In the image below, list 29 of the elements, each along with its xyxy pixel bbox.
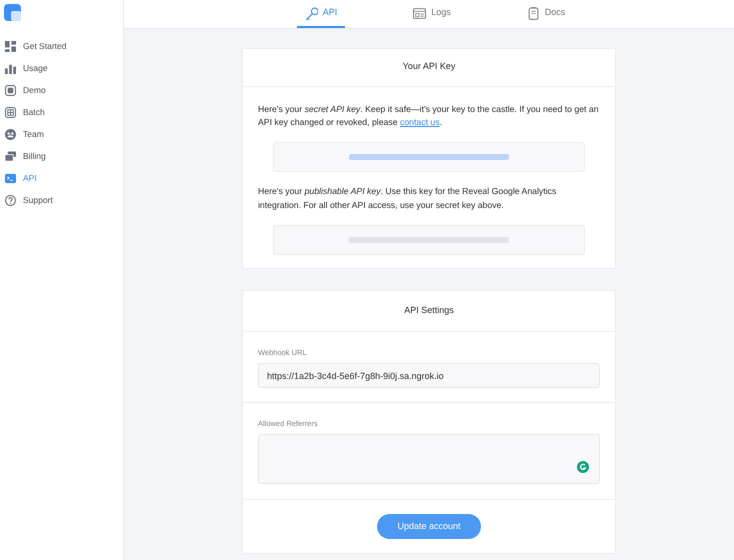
key-icon — [304, 6, 318, 20]
bar-chart-icon — [5, 62, 16, 74]
log-window-icon — [413, 6, 426, 20]
grammar-icon[interactable] — [577, 461, 589, 474]
paragraph: Here's your publishable API key. Use this key for the Reveal Google Analytics integration. For all other API access, use your secret key above. — [258, 185, 558, 212]
document-icon — [526, 6, 540, 20]
people-icon — [5, 128, 16, 140]
card-title: Your API Key — [243, 49, 615, 86]
sidebar-item[interactable]: Get Started — [0, 35, 123, 57]
tab[interactable]: Docs — [518, 0, 574, 28]
card-title: API Settings — [243, 291, 615, 332]
sidebar-item[interactable]: Team — [0, 123, 123, 145]
sidebar-item[interactable]: Batch — [0, 101, 123, 123]
screen-icon — [5, 84, 16, 96]
terminal-icon — [5, 172, 16, 184]
sidebar-item[interactable]: Demo — [0, 79, 123, 101]
input-field[interactable]: https://1a2b-3c4d-5e6f-7g8h-9i0j.sa.ngrok.io — [258, 363, 600, 388]
sidebar-item[interactable]: Usage — [0, 57, 123, 79]
grid-icon — [5, 40, 16, 52]
paragraph: Here's your secret API key. Keep it safe—it's your key to the castle. If you need to get an API key changed or revoked, please contact us. — [258, 102, 600, 129]
cards-icon — [5, 150, 16, 162]
logo-icon — [4, 4, 21, 21]
key-field[interactable] — [273, 142, 585, 172]
sidebar-item[interactable]: Billing — [0, 145, 123, 167]
tab[interactable]: Logs — [405, 0, 459, 28]
help-icon — [5, 194, 16, 206]
sidebar-item[interactable]: Support — [0, 189, 123, 211]
key-field[interactable] — [273, 225, 585, 256]
window-grid-icon — [5, 106, 16, 118]
